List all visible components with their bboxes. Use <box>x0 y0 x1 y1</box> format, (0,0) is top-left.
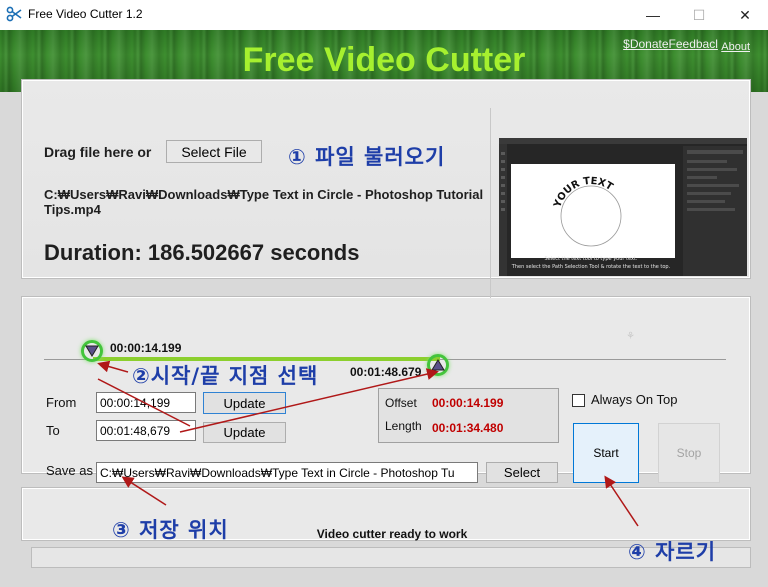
duration-label: Duration: 186.502667 seconds <box>44 240 360 265</box>
maximize-icon: ☐ <box>692 6 706 23</box>
annotation-load-file: ① 파일 불러오기 <box>288 145 446 169</box>
length-label: Length <box>385 419 422 433</box>
save-path-input[interactable]: C:₩Users₩Ravi₩Downloads₩Type Text in Cir… <box>96 462 478 483</box>
to-label: To <box>46 423 60 438</box>
maximize-button[interactable]: ☐ <box>676 0 722 30</box>
select-file-button[interactable]: Select File <box>166 140 262 163</box>
save-as-label: Save as <box>46 463 93 478</box>
close-button[interactable]: ✕ <box>722 0 768 30</box>
timeline-start-time: 00:00:14.199 <box>110 341 182 355</box>
about-link[interactable]: About <box>721 41 750 53</box>
from-label: From <box>46 395 77 410</box>
file-path-label: C:₩Users₩Ravi₩Downloads₩Type Text in Cir… <box>44 187 484 217</box>
end-marker-handle[interactable] <box>427 354 449 376</box>
close-icon: ✕ <box>739 6 751 23</box>
panel-divider <box>490 108 491 298</box>
thumbnail-caption-2: Then select the Path Selection Tool & ro… <box>511 264 671 270</box>
video-thumbnail: YOUR TEXT Select the text tool to type y… <box>499 138 747 276</box>
start-button[interactable]: Start <box>573 423 639 483</box>
from-time-input[interactable]: 00:00:14,199 <box>96 392 196 413</box>
minimize-button[interactable]: — <box>630 0 676 30</box>
drag-file-label: Drag file here or <box>44 144 152 160</box>
always-on-top-checkbox[interactable] <box>572 394 585 407</box>
offset-value: 00:00:14.199 <box>432 396 504 410</box>
timeline-end-time: 00:01:48.679 <box>350 365 422 379</box>
annotation-cut: ④ 자르기 <box>628 540 717 564</box>
header-links: $DonateFeedbacl About <box>623 37 750 53</box>
donate-link[interactable]: $Donate <box>623 37 668 51</box>
triangle-down-icon <box>85 345 99 357</box>
annotation-save-location: ③ 저장 위치 <box>112 518 229 542</box>
offset-length-box: Offset 00:00:14.199 Length 00:01:34.480 <box>378 388 559 443</box>
always-on-top-label[interactable]: Always On Top <box>591 392 677 407</box>
thumbnail-image: YOUR TEXT Select the text tool to type y… <box>499 138 747 276</box>
offset-label: Offset <box>385 396 417 410</box>
to-time-input[interactable]: 00:01:48,679 <box>96 420 196 441</box>
triangle-up-icon <box>431 359 445 371</box>
title-bar: Free Video Cutter 1.2 — ☐ ✕ <box>0 0 768 30</box>
minimize-icon: — <box>646 7 660 23</box>
length-value: 00:01:34.480 <box>432 421 504 435</box>
stop-button[interactable]: Stop <box>658 423 720 483</box>
update-to-button[interactable]: Update <box>203 422 286 443</box>
annotation-select-points: ②시작/끝 지점 선택 <box>132 364 319 388</box>
thumbnail-caption-1: Select the text tool to type your text. <box>545 256 638 262</box>
watermark: ⚘ <box>626 331 636 342</box>
window-title: Free Video Cutter 1.2 <box>28 7 143 21</box>
scissors-app-icon <box>6 6 22 22</box>
select-save-button[interactable]: Select <box>486 462 558 483</box>
feedback-link[interactable]: Feedbacl <box>669 37 718 51</box>
start-marker-handle[interactable] <box>81 340 103 362</box>
update-from-button[interactable]: Update <box>203 392 286 414</box>
